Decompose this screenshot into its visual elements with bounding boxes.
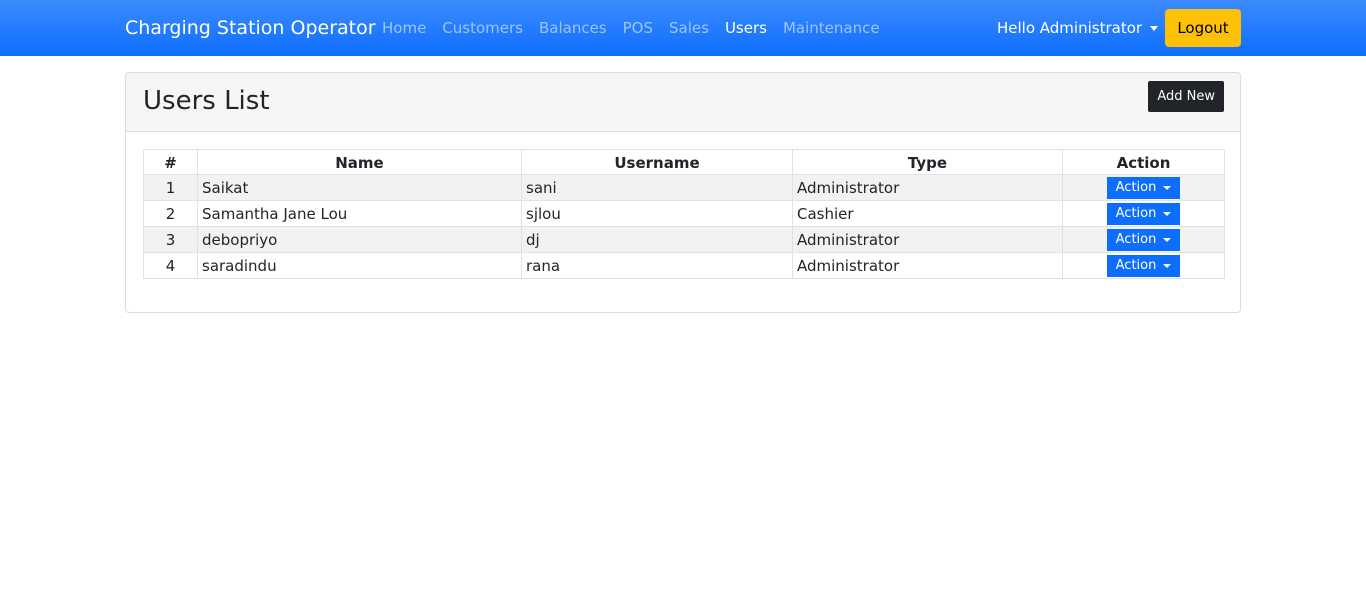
cell-username: sjlou — [521, 200, 793, 227]
column-header-type: Type — [792, 149, 1063, 175]
nav-link-customers[interactable]: Customers — [434, 17, 531, 39]
page-title: Users List — [143, 86, 270, 116]
users-card: Users List Add New # Name Username Type … — [125, 72, 1241, 313]
table-header-row: # Name Username Type Action — [143, 149, 1225, 175]
cell-action: Action — [1062, 174, 1225, 201]
column-header-name: Name — [197, 149, 522, 175]
nav-link-users[interactable]: Users — [717, 17, 775, 39]
brand-link[interactable]: Charging Station Operator — [125, 16, 376, 40]
cell-type: Administrator — [792, 252, 1063, 279]
cell-username: sani — [521, 174, 793, 201]
caret-down-icon — [1163, 211, 1172, 216]
action-button-label: Action — [1115, 258, 1157, 273]
logout-button[interactable]: Logout — [1165, 9, 1241, 47]
caret-down-icon — [1163, 237, 1172, 242]
cell-name: Saikat — [197, 174, 522, 201]
table-row: 1 Saikat sani Administrator Action — [143, 174, 1225, 201]
cell-action: Action — [1062, 226, 1225, 253]
cell-number: 4 — [143, 252, 198, 279]
cell-action: Action — [1062, 252, 1225, 279]
caret-down-icon — [1163, 185, 1172, 190]
cell-name: Samantha Jane Lou — [197, 200, 522, 227]
table-row: 3 debopriyo dj Administrator Action — [143, 226, 1225, 253]
cell-type: Administrator — [792, 226, 1063, 253]
cell-type: Administrator — [792, 174, 1063, 201]
add-new-button[interactable]: Add New — [1148, 81, 1224, 112]
column-header-number: # — [143, 149, 198, 175]
action-button-label: Action — [1115, 180, 1157, 195]
nav-link-maintenance[interactable]: Maintenance — [775, 17, 888, 39]
users-table: # Name Username Type Action 1 Saikat san… — [143, 149, 1225, 279]
row-action-dropdown-button[interactable]: Action — [1107, 254, 1180, 277]
user-dropdown-toggle[interactable]: Hello Administrator — [997, 17, 1159, 39]
card-header: Users List Add New — [126, 73, 1240, 132]
table-row: 2 Samantha Jane Lou sjlou Cashier Action — [143, 200, 1225, 227]
nav-link-balances[interactable]: Balances — [531, 17, 615, 39]
nav-link-pos[interactable]: POS — [615, 17, 661, 39]
column-header-action: Action — [1062, 149, 1225, 175]
column-header-username: Username — [521, 149, 793, 175]
cell-username: rana — [521, 252, 793, 279]
cell-name: debopriyo — [197, 226, 522, 253]
cell-name: saradindu — [197, 252, 522, 279]
top-navbar: Charging Station Operator Home Customers… — [0, 0, 1366, 56]
table-row: 4 saradindu rana Administrator Action — [143, 252, 1225, 279]
nav-links: Home Customers Balances POS Sales Users … — [374, 17, 888, 39]
action-button-label: Action — [1115, 232, 1157, 247]
cell-type: Cashier — [792, 200, 1063, 227]
cell-number: 1 — [143, 174, 198, 201]
row-action-dropdown-button[interactable]: Action — [1107, 228, 1180, 251]
caret-down-icon — [1163, 263, 1172, 268]
cell-action: Action — [1062, 200, 1225, 227]
cell-username: dj — [521, 226, 793, 253]
cell-number: 2 — [143, 200, 198, 227]
cell-number: 3 — [143, 226, 198, 253]
user-greeting: Hello Administrator — [997, 19, 1143, 37]
nav-link-home[interactable]: Home — [374, 17, 434, 39]
row-action-dropdown-button[interactable]: Action — [1107, 202, 1180, 225]
row-action-dropdown-button[interactable]: Action — [1107, 176, 1180, 199]
caret-down-icon — [1150, 25, 1159, 31]
action-button-label: Action — [1115, 206, 1157, 221]
nav-link-sales[interactable]: Sales — [661, 17, 717, 39]
